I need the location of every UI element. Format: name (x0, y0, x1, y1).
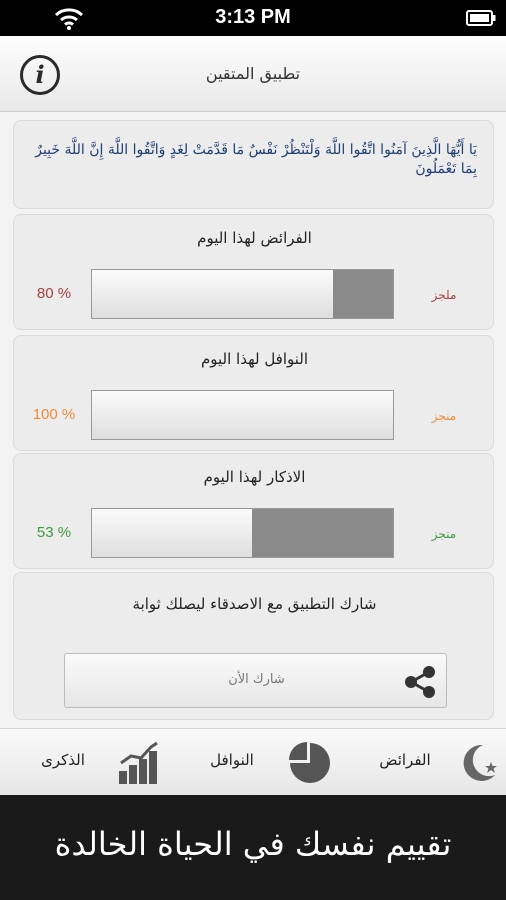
pie-chart-icon[interactable] (288, 741, 332, 785)
share-button-label: شارك الأن (228, 672, 285, 687)
page-title: تطبيق المتقين (205, 64, 301, 83)
tab-fara-id[interactable]: الفرائض (366, 751, 444, 769)
done-label[interactable]: ملجز (422, 288, 466, 302)
share-button[interactable]: شارك الأن (64, 653, 447, 708)
main-content: يَا أَيُّهَا الَّذِينَ آمَنُوا اتَّقُوا … (0, 112, 506, 728)
progress-bar (91, 269, 394, 319)
status-time: 3:13 PM (215, 6, 291, 28)
progress-title: النوافل لهذا اليوم (200, 350, 309, 368)
progress-fill (251, 509, 393, 557)
status-bar: 3:13 PM (0, 0, 506, 36)
caption-band: تقييم نفسك في الحياة الخالدة (0, 795, 506, 900)
bar-chart-icon[interactable] (117, 741, 161, 785)
verse-card: يَا أَيُّهَا الَّذِينَ آمَنُوا اتَّقُوا … (13, 120, 494, 209)
progress-title: الفرائض لهذا اليوم (197, 229, 312, 247)
share-text: شارك التطبيق مع الاصدقاء ليصلك ثوابة (132, 595, 377, 613)
progress-card-fara-id: الفرائض لهذا اليوم 80 % ملجز (13, 214, 494, 330)
progress-percent: 80 % (36, 285, 72, 302)
verse-text: يَا أَيُّهَا الَّذِينَ آمَنُوا اتَّقُوا … (35, 142, 477, 177)
nav-bar: i تطبيق المتقين (0, 36, 506, 112)
caption-text: تقييم نفسك في الحياة الخالدة (54, 825, 452, 863)
tab-bar: الفرائض النوافل الذكرى (0, 728, 506, 795)
progress-fill (332, 270, 393, 318)
progress-bar (91, 508, 394, 558)
crescent-star-icon[interactable] (457, 741, 501, 785)
done-label[interactable]: منجز (422, 527, 466, 541)
tab-nawafil[interactable]: النوافل (192, 751, 272, 769)
progress-bar (91, 390, 394, 440)
progress-title: الاذكار لهذا اليوم (203, 468, 306, 486)
tab-dhikr[interactable]: الذكرى (24, 751, 102, 769)
done-label[interactable]: منجز (422, 409, 466, 423)
progress-percent: 100 % (32, 406, 76, 423)
progress-card-nawafil: النوافل لهذا اليوم 100 % منجز (13, 335, 494, 451)
share-icon (405, 666, 435, 698)
progress-card-adhkar: الاذكار لهذا اليوم 53 % منجز (13, 453, 494, 569)
progress-percent: 53 % (36, 524, 72, 541)
share-card: شارك التطبيق مع الاصدقاء ليصلك ثوابة شار… (13, 572, 494, 720)
battery-icon (466, 10, 496, 26)
